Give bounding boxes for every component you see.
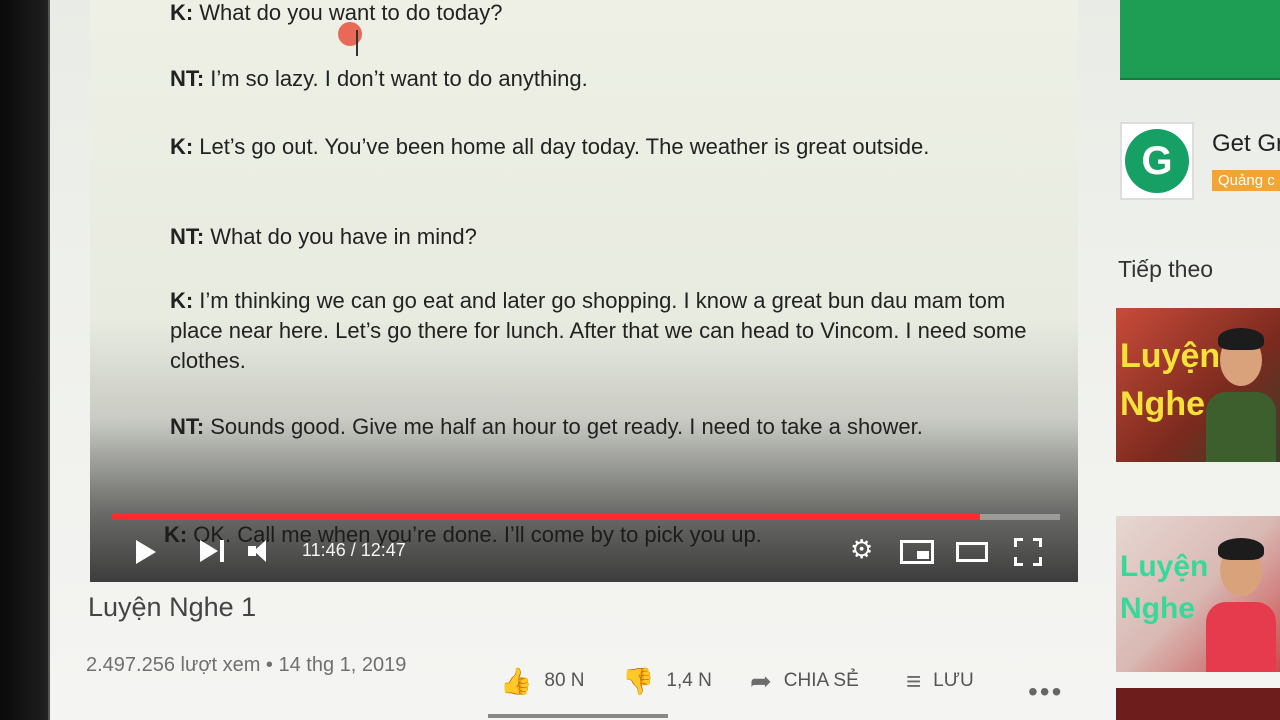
ad-badge: Quảng c bbox=[1212, 170, 1280, 191]
transcript-line: NT: I’m so lazy. I don’t want to do anyth… bbox=[170, 64, 1030, 94]
transcript-line: NT: What do you have in mind? bbox=[170, 222, 1030, 252]
save-button[interactable]: ≡ LƯU bbox=[906, 666, 974, 696]
play-icon[interactable] bbox=[136, 540, 156, 564]
player-controls: 11:46 / 12:47 ⚙ bbox=[90, 526, 1078, 582]
recommended-video-thumbnail[interactable]: Luyện Nghe bbox=[1116, 308, 1280, 462]
line-text: I’m so lazy. I don’t want to do anything… bbox=[210, 66, 588, 91]
dislike-count: 1,4 N bbox=[666, 670, 712, 691]
text-cursor-icon bbox=[356, 30, 358, 56]
gear-icon[interactable]: ⚙ bbox=[850, 536, 876, 562]
speaker-label: K: bbox=[170, 134, 194, 159]
line-text: What do you have in mind? bbox=[210, 224, 477, 249]
share-icon: ➦ bbox=[750, 665, 772, 696]
video-player[interactable]: K: What do you want to do today? NT: I’m s… bbox=[90, 0, 1078, 582]
miniplayer-icon[interactable] bbox=[900, 540, 934, 564]
progress-played bbox=[112, 514, 981, 520]
speaker-label: NT: bbox=[170, 224, 205, 249]
share-label: CHIA SẺ bbox=[783, 670, 859, 691]
recommended-video-thumbnail[interactable] bbox=[1116, 688, 1280, 720]
transcript-line: K: What do you want to do today? bbox=[170, 0, 1030, 28]
view-count-date: 2.497.256 lượt xem • 14 thg 1, 2019 bbox=[86, 654, 407, 676]
recommended-video-thumbnail[interactable]: Luyện Nghe bbox=[1116, 516, 1280, 672]
fullscreen-icon[interactable] bbox=[1014, 538, 1042, 566]
cursor-highlight bbox=[338, 22, 362, 46]
ad-title[interactable]: Get Gr bbox=[1212, 130, 1280, 158]
thumbnail-text: Luyện Nghe bbox=[1120, 550, 1209, 625]
presenter-image bbox=[1206, 322, 1276, 462]
progress-bar[interactable] bbox=[112, 514, 1060, 520]
speaker-label: K: bbox=[170, 0, 194, 25]
ad-logo[interactable]: G bbox=[1120, 122, 1194, 200]
ad-banner[interactable] bbox=[1120, 0, 1280, 80]
line-text: I’m thinking we can go eat and later go … bbox=[170, 288, 1027, 373]
speaker-label: NT: bbox=[170, 414, 205, 439]
speaker-label: K: bbox=[170, 288, 194, 313]
presenter-image bbox=[1206, 532, 1276, 672]
transcript-line: NT: Sounds good. Give me half an hour to … bbox=[170, 412, 1030, 442]
volume-icon[interactable] bbox=[248, 538, 274, 564]
time-display: 11:46 / 12:47 bbox=[302, 540, 406, 560]
more-actions-icon[interactable]: ••• bbox=[1028, 676, 1063, 708]
transcript-line: K: Let’s go out. You’ve been home all day… bbox=[170, 132, 1030, 162]
like-count: 80 N bbox=[544, 670, 585, 691]
dislike-button[interactable]: 👎 1,4 N bbox=[622, 666, 712, 696]
line-text: Sounds good. Give me half an hour to get… bbox=[210, 414, 923, 439]
divider bbox=[488, 714, 668, 718]
up-next-heading: Tiếp theo bbox=[1118, 256, 1214, 282]
playlist-add-icon: ≡ bbox=[906, 665, 922, 696]
video-title: Luyện Nghe 1 bbox=[88, 592, 257, 622]
like-button[interactable]: 👍 80 N bbox=[500, 666, 585, 696]
grammarly-logo-icon: G bbox=[1125, 129, 1189, 193]
line-text: Let’s go out. You’ve been home all day t… bbox=[199, 134, 930, 159]
share-button[interactable]: ➦ CHIA SẺ bbox=[750, 666, 859, 696]
save-label: LƯU bbox=[933, 670, 974, 691]
thumbs-up-icon: 👍 bbox=[500, 665, 533, 696]
next-icon[interactable] bbox=[200, 538, 230, 564]
theater-icon[interactable] bbox=[956, 542, 988, 562]
thumbs-down-icon: 👎 bbox=[622, 665, 655, 696]
speaker-label: NT: bbox=[170, 66, 205, 91]
transcript-line: K: I’m thinking we can go eat and later g… bbox=[170, 286, 1030, 376]
